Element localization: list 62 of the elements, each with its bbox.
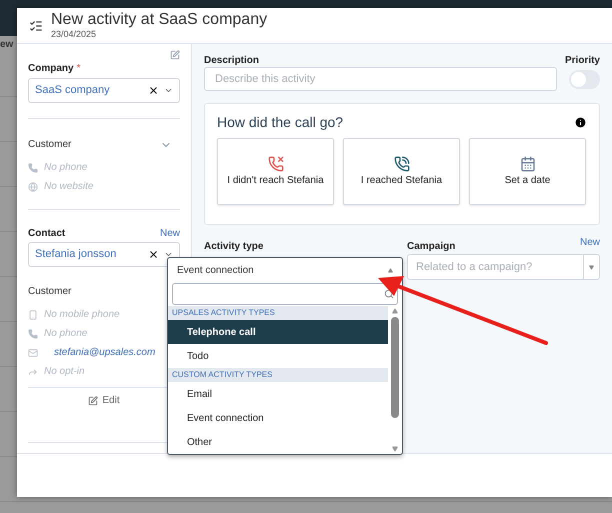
edit-icon (88, 396, 98, 406)
outcome-option-button[interactable]: I didn't reach Stefania (217, 138, 334, 205)
scroll-down-icon[interactable] (391, 446, 399, 452)
outcome-option-button[interactable]: Set a date (469, 138, 586, 205)
option-item[interactable]: Other (168, 430, 388, 454)
description-field[interactable]: Describe this activity (204, 67, 557, 91)
option-item[interactable]: Event connection (168, 406, 388, 430)
phone-missed-icon (268, 156, 284, 172)
info-text: No phone (44, 161, 88, 175)
activity-type-label: Activity type (204, 240, 264, 252)
required-mark: * (76, 62, 80, 76)
scroll-up-icon[interactable] (391, 308, 399, 314)
edit-icon[interactable] (170, 50, 180, 60)
priority-toggle[interactable] (569, 70, 600, 89)
activity-type-dropdown[interactable]: Event connection UPSALES ACTIVITY TYPES Telephone call Todo CUSTOM ACTIVITY TYPES Email Event connection Other (167, 257, 403, 455)
chevron-icon[interactable] (164, 250, 173, 259)
caret-icon (589, 264, 594, 270)
info-text: No phone (44, 327, 88, 341)
section-title: Customer (28, 285, 72, 299)
option-item[interactable]: Email (168, 382, 388, 406)
clear-icon[interactable] (148, 249, 159, 260)
phone-icon (28, 328, 38, 338)
globe-icon (28, 182, 38, 192)
info-text: No mobile phone (44, 308, 120, 322)
mobile-icon (28, 310, 38, 320)
edit-button[interactable]: Edit (88, 393, 120, 408)
info-icon[interactable] (574, 116, 587, 129)
company-label: Company (28, 62, 74, 76)
group-header: CUSTOM ACTIVITY TYPES (168, 368, 388, 382)
group-header: UPSALES ACTIVITY TYPES (168, 306, 388, 320)
description-label: Description (204, 54, 260, 67)
new-contact-link[interactable]: New (160, 226, 180, 240)
option-item[interactable]: Todo (168, 344, 388, 368)
chevron-icon[interactable] (164, 86, 173, 95)
info-text[interactable]: stefania@upsales.com (54, 345, 156, 360)
search-icon (384, 289, 394, 299)
info-text: No website (44, 180, 94, 194)
scrollbar[interactable] (388, 306, 402, 454)
card-title: How did the call go? (217, 113, 344, 132)
search-field[interactable] (172, 283, 398, 305)
select-field[interactable]: Stefania jonsson (28, 242, 180, 267)
select-field[interactable]: SaaS company (28, 78, 180, 103)
modal-title: New activity at SaaS company (51, 12, 268, 28)
contact-label: Contact (28, 226, 66, 240)
info-text: No opt-in (44, 365, 85, 379)
caret-icon (388, 268, 393, 273)
phone-call-icon (394, 156, 410, 172)
checklist-icon (29, 18, 43, 32)
new-campaign-link[interactable]: New (580, 235, 600, 252)
outcome-option-button[interactable]: I reached Stefania (343, 138, 460, 205)
option-item[interactable]: Telephone call (168, 320, 388, 344)
priority-label: Priority (564, 54, 600, 67)
background-text: ew (0, 38, 14, 52)
forward-arrow-icon (28, 366, 38, 376)
modal-date: 23/04/2025 (51, 30, 98, 39)
clear-icon[interactable] (148, 85, 159, 96)
activity-type-value: Event connection (177, 264, 255, 278)
campaign-label: Campaign (407, 240, 456, 252)
phone-icon (28, 162, 38, 172)
calendar-icon (520, 156, 536, 172)
mail-icon (28, 348, 38, 358)
section-title: Customer (28, 138, 72, 152)
